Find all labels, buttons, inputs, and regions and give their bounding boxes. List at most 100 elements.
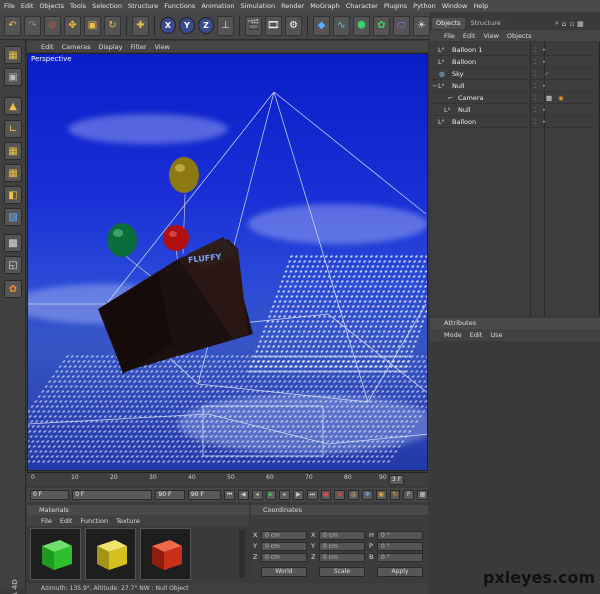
perspective-viewport[interactable]: FLUFFY Perspective xyxy=(27,53,428,471)
live-select-icon[interactable]: ⊘ xyxy=(44,15,61,36)
model-mode-icon[interactable]: ▲ xyxy=(4,97,22,115)
scale-icon[interactable]: ▣ xyxy=(84,15,101,36)
visibility-dots-icon[interactable]: ⁚ xyxy=(534,80,536,92)
edge-mode-icon[interactable]: ∟ xyxy=(4,120,22,138)
objects-menu-view[interactable]: View xyxy=(483,32,498,40)
prev-frame-icon[interactable]: ◂ xyxy=(251,490,263,500)
rotation-h-field[interactable]: 0 ° xyxy=(377,531,423,540)
record-icon[interactable]: ● xyxy=(320,490,332,500)
redo-icon[interactable]: ↷ xyxy=(24,15,41,36)
texture-mode-icon[interactable]: ▣ xyxy=(4,68,22,86)
key-rotation-icon[interactable]: ↻ xyxy=(389,490,401,500)
start-frame-field[interactable]: 0 F xyxy=(30,490,70,500)
deformer-icon[interactable]: ⬭ xyxy=(392,15,410,36)
object-row-null[interactable]: − L⁰ Null ⁚ • xyxy=(430,80,600,92)
min-frame-field[interactable]: 0 F xyxy=(72,490,153,500)
attributes-menu-mode[interactable]: Mode xyxy=(444,331,462,339)
search-icon[interactable]: ⌕ xyxy=(555,19,559,28)
viewport-menu-filter[interactable]: Filter xyxy=(130,43,146,51)
menu-tools[interactable]: Tools xyxy=(70,2,86,10)
sculpt-icon[interactable]: ✿ xyxy=(4,280,22,298)
max-frame-field[interactable]: 90 F xyxy=(155,490,185,500)
position-x-field[interactable]: 0 cm xyxy=(261,531,307,540)
menu-file[interactable]: File xyxy=(4,2,15,10)
attributes-menu-edit[interactable]: Edit xyxy=(470,331,483,339)
play-icon[interactable]: ▶ xyxy=(265,490,277,500)
render-dot-icon[interactable]: • xyxy=(542,44,546,56)
home-icon[interactable]: ⌂ xyxy=(562,20,566,28)
menu-animation[interactable]: Animation xyxy=(201,2,234,10)
render-dot-icon[interactable]: • xyxy=(542,104,546,116)
materials-menu-function[interactable]: Function xyxy=(80,517,108,525)
viewport-menu-cameras[interactable]: Cameras xyxy=(62,43,91,51)
key-scale-icon[interactable]: ▣ xyxy=(375,490,387,500)
viewport-menu-edit[interactable]: Edit xyxy=(41,43,54,51)
point-mode-icon[interactable]: ▦ xyxy=(4,164,22,182)
z-axis-button[interactable]: Z xyxy=(198,17,215,34)
key-param-icon[interactable]: P xyxy=(403,490,415,500)
coordinate-system-icon[interactable]: ⊥ xyxy=(217,15,235,36)
object-row-balloon[interactable]: L⁰ Balloon ⁚ • xyxy=(430,56,600,68)
menu-objects[interactable]: Objects xyxy=(39,2,64,10)
visibility-dots-icon[interactable]: ⁚ xyxy=(534,116,536,128)
current-frame-field[interactable]: 3 F xyxy=(389,475,405,485)
goto-end-icon[interactable]: ⏭ xyxy=(306,490,318,500)
key-grid-icon[interactable]: ▦ xyxy=(417,490,428,500)
render-dot-icon[interactable]: • xyxy=(542,56,546,68)
target-tag-icon[interactable]: ◉ xyxy=(558,92,564,104)
move-icon[interactable]: ✥ xyxy=(64,15,81,36)
axis-mode-icon[interactable]: ◧ xyxy=(4,186,22,204)
grid-icon[interactable]: ▦ xyxy=(577,20,584,28)
key-selection-icon[interactable]: ◎ xyxy=(348,490,359,500)
rotation-b-field[interactable]: 0 ° xyxy=(377,553,423,562)
prev-key-icon[interactable]: ◀ xyxy=(237,490,249,500)
coordinate-system-dropdown[interactable]: World xyxy=(261,567,307,577)
undo-icon[interactable]: ↶ xyxy=(4,15,21,36)
render-view-icon[interactable]: 🎬 xyxy=(245,15,262,36)
render-picture-viewer-icon[interactable]: 🎞 xyxy=(265,15,282,36)
objects-menu-objects[interactable]: Objects xyxy=(507,32,532,40)
rotation-p-field[interactable]: 0 ° xyxy=(377,542,423,551)
objects-menu-edit[interactable]: Edit xyxy=(463,32,476,40)
viewport-menu-view[interactable]: View xyxy=(155,43,170,51)
materials-menu-texture[interactable]: Texture xyxy=(116,517,140,525)
polygon-mode-icon[interactable]: ▦ xyxy=(4,142,22,160)
auto-key-icon[interactable]: ◉ xyxy=(334,490,346,500)
check-icon[interactable]: ✓ xyxy=(544,68,549,80)
size-mode-dropdown[interactable]: Scale xyxy=(319,567,365,577)
viewport-menu-display[interactable]: Display xyxy=(99,43,123,51)
apply-button[interactable]: Apply xyxy=(377,567,423,577)
render-settings-icon[interactable]: ⚙ xyxy=(285,15,302,36)
goto-start-icon[interactable]: ⏮ xyxy=(224,490,235,500)
timeline-ruler[interactable]: 0 10 20 30 40 50 60 70 80 90 3 F xyxy=(27,472,428,486)
array-icon[interactable]: ✿ xyxy=(372,15,390,36)
menu-structure[interactable]: Structure xyxy=(128,2,158,10)
menu-selection[interactable]: Selection xyxy=(92,2,122,10)
materials-menu-file[interactable]: File xyxy=(41,517,52,525)
visibility-dots-icon[interactable]: ⁚ xyxy=(534,68,536,80)
object-row-balloon-1[interactable]: L⁰ Balloon 1 ⁚ • xyxy=(430,44,600,56)
camera-tag-icon[interactable]: ▩ xyxy=(546,92,552,104)
visibility-dots-icon[interactable]: ⁚ xyxy=(534,56,536,68)
next-key-icon[interactable]: ▶ xyxy=(293,490,304,500)
x-axis-button[interactable]: X xyxy=(159,17,176,34)
menu-functions[interactable]: Functions xyxy=(164,2,195,10)
tweak-mode-icon[interactable]: ▧ xyxy=(4,208,22,226)
visibility-dots-icon[interactable]: ⁚ xyxy=(534,104,536,116)
yellow-material-swatch[interactable] xyxy=(85,528,136,580)
objects-menu-file[interactable]: File xyxy=(444,32,455,40)
menu-character[interactable]: Character xyxy=(346,2,378,10)
add-icon[interactable]: ✚ xyxy=(131,15,149,36)
menu-edit[interactable]: Edit xyxy=(21,2,34,10)
menu-python[interactable]: Python xyxy=(413,2,436,10)
size-x-field[interactable]: 0 cm xyxy=(319,531,365,540)
end-frame-field[interactable]: 90 F xyxy=(187,490,222,500)
nurbs-icon[interactable]: ⬢ xyxy=(352,15,370,36)
lock-icon[interactable]: ▫ xyxy=(569,20,574,28)
object-row-null-child[interactable]: L⁰ Null ⁚ • xyxy=(430,104,600,116)
size-y-field[interactable]: 0 cm xyxy=(319,542,365,551)
key-position-icon[interactable]: ✥ xyxy=(362,490,373,500)
position-y-field[interactable]: 0 cm xyxy=(261,542,307,551)
materials-scrollbar[interactable] xyxy=(239,530,245,578)
menu-render[interactable]: Render xyxy=(281,2,304,10)
